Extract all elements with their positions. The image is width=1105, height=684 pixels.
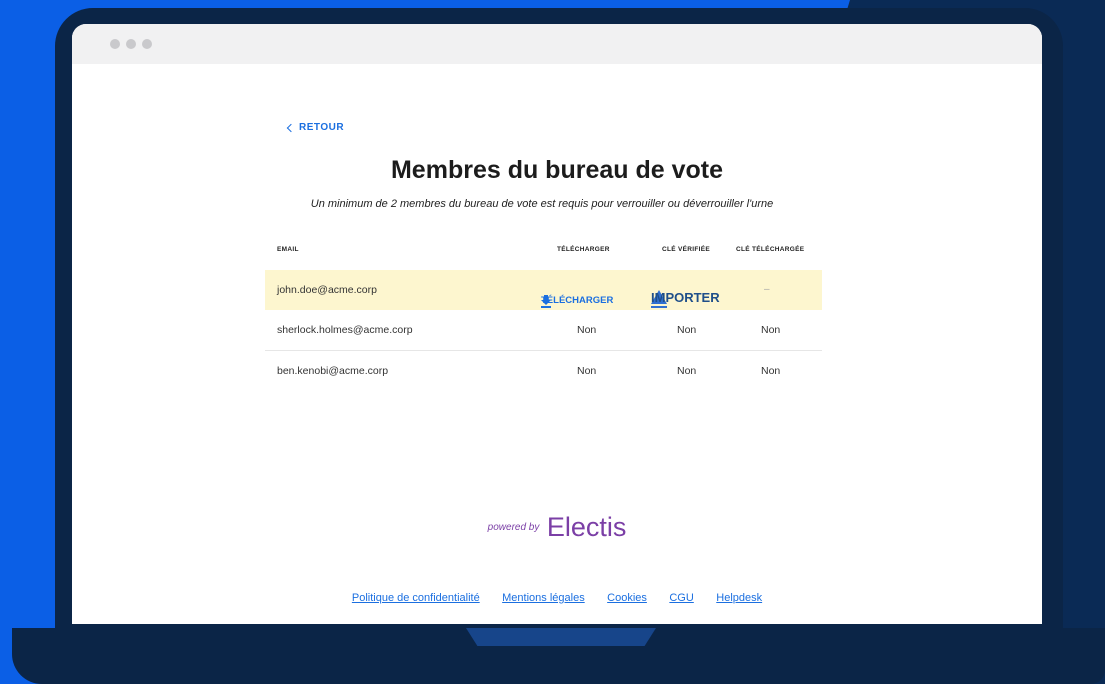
laptop-hinge [466,628,656,646]
header-email: EMAIL [277,246,299,253]
footer-link-cookies[interactable]: Cookies [607,592,647,604]
members-table: EMAIL TÉLÉCHARGER CLÉ VÉRIFIÉE CLÉ TÉLÉC… [265,242,822,391]
window-close-dot[interactable] [110,39,120,49]
member-email: sherlock.holmes@acme.corp [277,324,413,336]
table-row: sherlock.holmes@acme.corp Non Non Non [265,310,822,351]
member-email: john.doe@acme.corp [277,284,377,296]
header-key-verified: CLÉ VÉRIFIÉE [662,246,711,253]
table-row: ben.kenobi@acme.corp Non Non Non [265,351,822,391]
powered-by-text: powered by [487,522,540,533]
window-titlebar [72,24,1042,64]
chevron-left-icon [286,123,296,133]
download-status: Non [577,365,597,377]
key-verified-status: Non [677,324,697,336]
page-title: Membres du bureau de vote [390,156,724,184]
download-button-label: TÉLÉCHARGER [541,295,614,306]
window-maximize-dot[interactable] [142,39,152,49]
browser-window: RETOUR Membres du bureau de vote Un mini… [72,24,1042,624]
key-downloaded-value: – [764,284,770,295]
table-row: john.doe@acme.corp TÉLÉCHARGER IMPORTER … [265,270,822,310]
key-downloaded-status: Non [761,324,781,336]
download-status: Non [577,324,597,336]
back-link[interactable]: RETOUR [286,122,345,133]
table-header: EMAIL TÉLÉCHARGER CLÉ VÉRIFIÉE CLÉ TÉLÉC… [265,242,822,270]
footer-link-legal[interactable]: Mentions légales [502,592,585,604]
member-email: ben.kenobi@acme.corp [277,365,389,377]
page-subtitle: Un minimum de 2 membres du bureau de vot… [310,198,774,210]
header-key-downloaded: CLÉ TÉLÉCHARGÉE [736,246,805,253]
brand-logo: Electis [546,512,627,542]
footer-link-cgu[interactable]: CGU [669,592,693,604]
footer-link-privacy[interactable]: Politique de confidentialité [352,592,480,604]
key-verified-status: Non [677,365,697,377]
header-download: TÉLÉCHARGER [557,246,610,253]
powered-by-brand: powered by Electis [72,512,1042,543]
footer-links: Politique de confidentialité Mentions lé… [72,588,1042,606]
back-label: RETOUR [299,122,345,133]
page-content: RETOUR Membres du bureau de vote Un mini… [72,64,1042,624]
footer-link-helpdesk[interactable]: Helpdesk [716,592,762,604]
key-downloaded-status: Non [761,365,781,377]
import-button-label: IMPORTER [651,290,720,305]
window-minimize-dot[interactable] [126,39,136,49]
